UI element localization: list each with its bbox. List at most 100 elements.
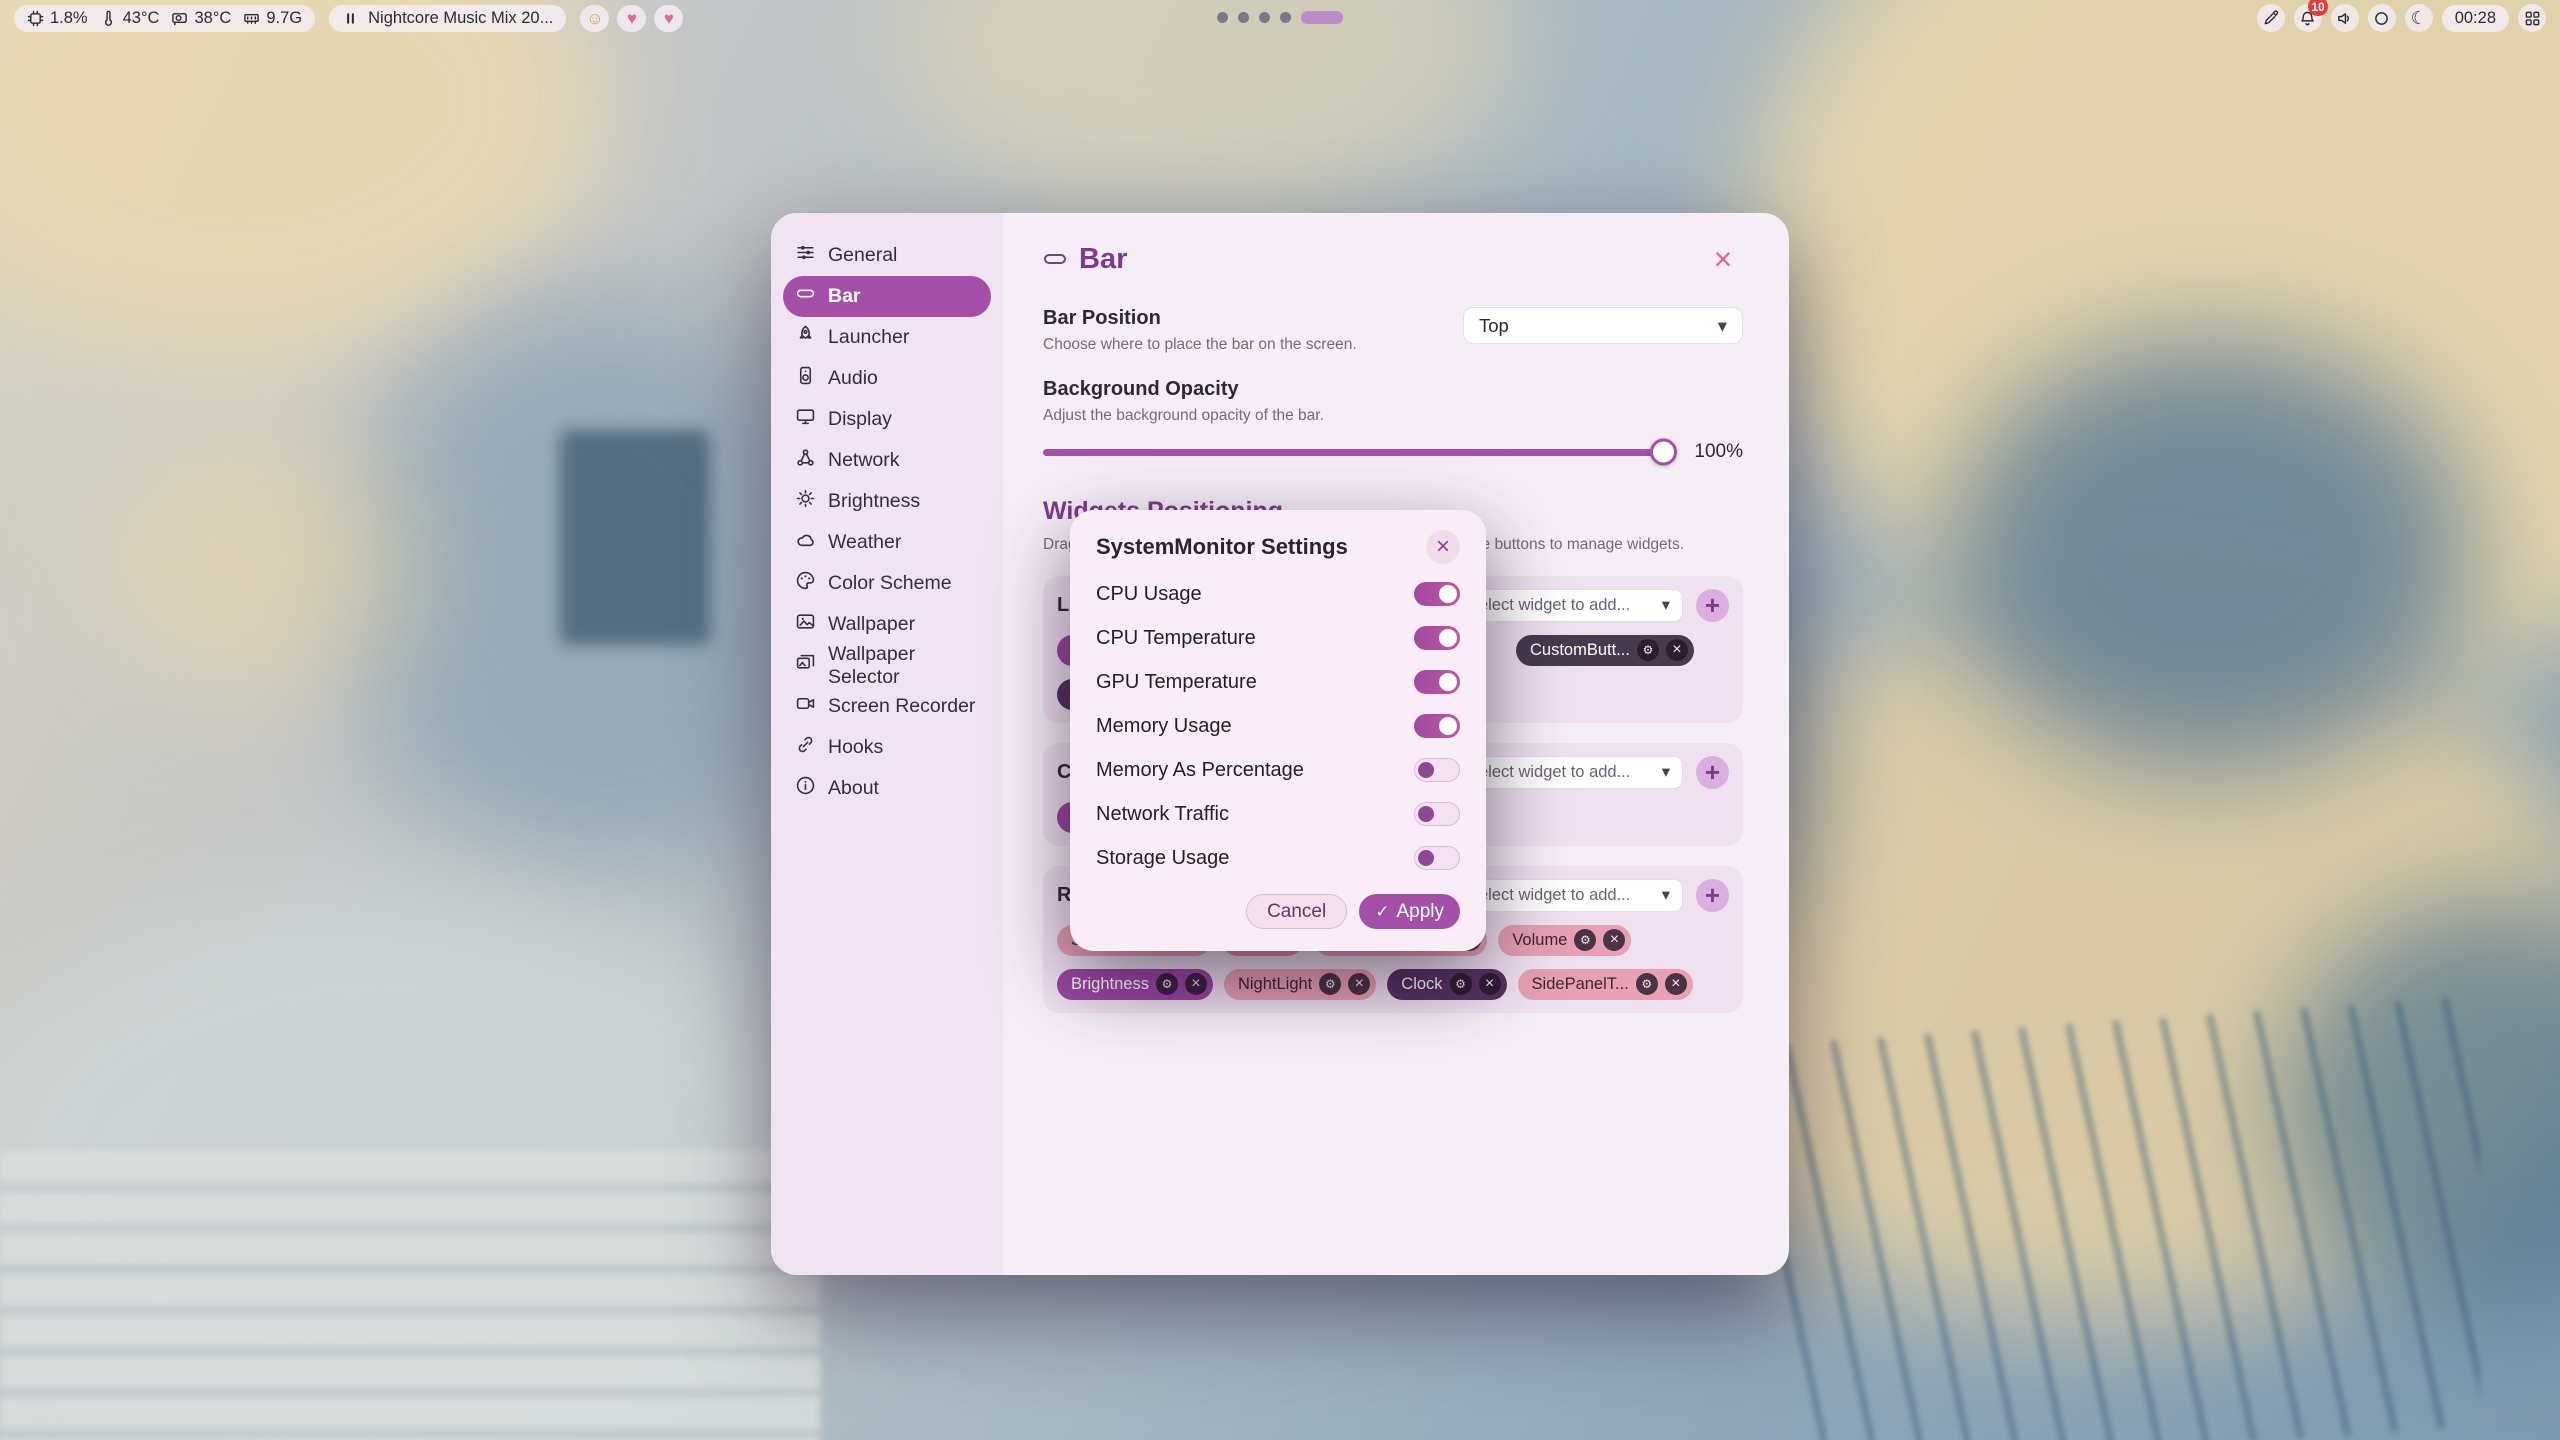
toggle-switch[interactable] xyxy=(1414,582,1460,606)
wallpaper-icon xyxy=(796,612,815,637)
sidebar-item-launcher[interactable]: Launcher xyxy=(783,317,991,358)
workspace-dot[interactable] xyxy=(1217,12,1228,23)
toggle-switch[interactable] xyxy=(1414,846,1460,870)
sidebar-item-hooks[interactable]: Hooks xyxy=(783,727,991,768)
widget-chip[interactable]: Volume ⚙ × xyxy=(1498,925,1631,956)
background-opacity-label: Background Opacity xyxy=(1043,378,1743,401)
bell-button[interactable]: 10 xyxy=(2294,4,2322,32)
gear-icon[interactable]: ⚙ xyxy=(1319,973,1341,995)
modal-close-button[interactable] xyxy=(1426,530,1460,564)
sidebar-item-general[interactable]: General xyxy=(783,235,991,276)
sidebar-item-network[interactable]: Network xyxy=(783,440,991,481)
gear-icon[interactable]: ⚙ xyxy=(1450,973,1472,995)
weather-icon xyxy=(796,530,815,555)
sidebar-item-color-scheme[interactable]: Color Scheme xyxy=(783,563,991,604)
sidebar-item-wallpaper[interactable]: Wallpaper xyxy=(783,604,991,645)
record-button[interactable] xyxy=(2368,4,2396,32)
quick-heart-button[interactable]: ♥ xyxy=(654,5,683,32)
bar-position-dropdown[interactable]: Top xyxy=(1463,307,1743,344)
color-picker-button[interactable] xyxy=(2257,4,2285,32)
add-widget-button[interactable]: + xyxy=(1696,589,1729,622)
wallpaper-railing xyxy=(1780,996,2480,1440)
toggle-label: GPU Temperature xyxy=(1096,671,1257,694)
sidebar-item-display[interactable]: Display xyxy=(783,399,991,440)
stat-memory[interactable]: 9.7G xyxy=(243,9,302,28)
background-opacity-slider[interactable] xyxy=(1043,449,1674,456)
add-widget-button[interactable]: + xyxy=(1696,756,1729,789)
wallpaper-blob xyxy=(0,0,600,360)
sidebar-item-label: Launcher xyxy=(828,326,909,349)
speaker-button[interactable] xyxy=(2331,4,2359,32)
slider-knob[interactable] xyxy=(1650,439,1677,466)
bar-icon xyxy=(796,284,815,309)
stat-thermometer[interactable]: 43°C xyxy=(100,9,160,28)
pause-icon[interactable] xyxy=(342,10,359,27)
workspace-dot[interactable] xyxy=(1280,12,1291,23)
toggle-switch[interactable] xyxy=(1414,670,1460,694)
sidebar-item-weather[interactable]: Weather xyxy=(783,522,991,563)
cpu-icon xyxy=(27,10,44,27)
add-widget-dropdown[interactable]: Select widget to add... xyxy=(1455,879,1683,912)
sidebar-item-label: Color Scheme xyxy=(828,572,952,595)
sidebar-item-audio[interactable]: Audio xyxy=(783,358,991,399)
add-widget-button[interactable]: + xyxy=(1696,879,1729,912)
add-widget-dropdown[interactable]: Select widget to add... xyxy=(1455,756,1683,789)
modal-header: SystemMonitor Settings xyxy=(1096,530,1460,564)
smiley-icon: ☺ xyxy=(586,10,603,27)
quick-heart-button[interactable]: ♥ xyxy=(617,5,646,32)
remove-icon[interactable]: × xyxy=(1603,929,1625,951)
content-header: Bar xyxy=(1043,239,1743,279)
gear-icon[interactable]: ⚙ xyxy=(1156,973,1178,995)
record-icon xyxy=(2373,10,2390,27)
clock-widget[interactable]: 00:28 xyxy=(2442,5,2509,32)
stat-gpu[interactable]: 38°C xyxy=(171,9,231,28)
remove-icon[interactable]: × xyxy=(1665,973,1687,995)
color-picker-icon xyxy=(2262,10,2279,27)
background-opacity-value: 100% xyxy=(1694,441,1743,463)
workspace-active-pill[interactable] xyxy=(1301,11,1343,24)
sidebar-item-screen-recorder[interactable]: Screen Recorder xyxy=(783,686,991,727)
toggle-switch[interactable] xyxy=(1414,802,1460,826)
widget-chip[interactable]: Clock⚙× xyxy=(1387,969,1506,1000)
apply-button[interactable]: Apply xyxy=(1359,894,1460,929)
moon-icon: ☾ xyxy=(2411,9,2427,27)
quick-smiley-button[interactable]: ☺ xyxy=(580,5,609,32)
widget-chip[interactable]: NightLight⚙× xyxy=(1224,969,1376,1000)
stat-cpu[interactable]: 1.8% xyxy=(27,9,88,28)
moon-button[interactable]: ☾ xyxy=(2405,4,2433,32)
app-launcher-button[interactable] xyxy=(2518,4,2546,32)
sidebar-item-label: Wallpaper xyxy=(828,613,915,636)
sidebar-item-about[interactable]: About xyxy=(783,768,991,809)
toggle-switch[interactable] xyxy=(1414,714,1460,738)
cancel-button[interactable]: Cancel xyxy=(1246,894,1347,929)
stat-value: 38°C xyxy=(194,9,231,28)
heart-icon: ♥ xyxy=(664,10,674,27)
widget-chip[interactable]: SidePanelT...⚙× xyxy=(1518,969,1693,1000)
media-player-widget[interactable]: Nightcore Music Mix 20... xyxy=(329,5,566,32)
sidebar-item-wallpaper-selector[interactable]: Wallpaper Selector xyxy=(783,645,991,686)
widget-chip[interactable]: CustomButt... ⚙ × xyxy=(1516,635,1694,666)
gear-icon[interactable]: ⚙ xyxy=(1574,929,1596,951)
remove-icon[interactable]: × xyxy=(1348,973,1370,995)
sidebar-item-brightness[interactable]: Brightness xyxy=(783,481,991,522)
gpu-icon xyxy=(171,10,188,27)
gear-icon[interactable]: ⚙ xyxy=(1637,639,1659,661)
window-close-button[interactable] xyxy=(1703,239,1743,279)
widget-chip-label: CustomButt... xyxy=(1530,641,1630,660)
toggle-switch[interactable] xyxy=(1414,758,1460,782)
widget-chip[interactable]: Brightness⚙× xyxy=(1057,969,1213,1000)
media-title: Nightcore Music Mix 20... xyxy=(368,9,553,28)
gear-icon[interactable]: ⚙ xyxy=(1636,973,1658,995)
recorder-icon xyxy=(796,694,815,719)
add-widget-dropdown[interactable]: Select widget to add... xyxy=(1455,589,1683,622)
system-monitor-settings-modal: SystemMonitor Settings CPU UsageCPU Temp… xyxy=(1070,510,1486,951)
widget-chip-label: Volume xyxy=(1512,931,1567,950)
remove-icon[interactable]: × xyxy=(1666,639,1688,661)
workspace-dot[interactable] xyxy=(1238,12,1249,23)
toggle-switch[interactable] xyxy=(1414,626,1460,650)
workspace-dot[interactable] xyxy=(1259,12,1270,23)
remove-icon[interactable]: × xyxy=(1185,973,1207,995)
remove-icon[interactable]: × xyxy=(1479,973,1501,995)
sidebar-item-bar[interactable]: Bar xyxy=(783,276,991,317)
toggle-row-storage-usage: Storage Usage xyxy=(1096,836,1460,880)
